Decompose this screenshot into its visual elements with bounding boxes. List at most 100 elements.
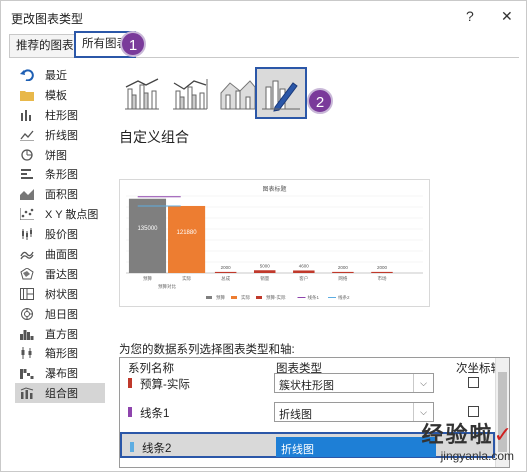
sidebar-item-bar[interactable]: 条形图 [15, 164, 105, 184]
area-chart-icon [19, 187, 35, 201]
data-label: 4600 [299, 263, 310, 268]
chart-title: 图表标题 [262, 185, 286, 193]
clustered-column-line-secondary-icon [173, 79, 208, 110]
watermark-url: jingyanla.com [440, 449, 514, 463]
bar-网络 [332, 271, 354, 273]
sidebar-item-column[interactable]: 柱形图 [15, 105, 105, 125]
chart-type-dropdown[interactable]: 折线图 [276, 437, 436, 457]
subtype-clustered-column-line[interactable] [119, 69, 165, 117]
category-label: 网络 [338, 275, 347, 282]
secondary-axis-checkbox[interactable] [468, 406, 479, 417]
data-label: 2000 [338, 265, 349, 270]
sidebar-item-label: 柱形图 [45, 109, 78, 122]
chart-type-value: 折线图 [281, 444, 314, 456]
sidebar-item-label: 直方图 [45, 328, 78, 341]
pie-chart-icon [19, 148, 35, 162]
sidebar-item-label: 股价图 [45, 229, 78, 242]
sidebar-item-combo[interactable]: 组合图 [15, 383, 105, 404]
sidebar-item-sunburst[interactable]: 旭日图 [15, 304, 105, 324]
subtype-clustered-column-line-secondary[interactable] [167, 69, 213, 117]
series-color-swatch [128, 407, 132, 417]
watermark-brand: 经验啦 [421, 422, 494, 447]
sidebar-item-label: 条形图 [45, 169, 78, 182]
sidebar-item-label: 树状图 [45, 288, 78, 301]
radar-chart-icon [19, 267, 35, 281]
sidebar-item-label: 折线图 [45, 129, 78, 142]
title-bar: 更改图表类型 ? ✕ [1, 1, 527, 31]
legend-entry: 预算 [216, 294, 225, 301]
change-chart-type-dialog: 更改图表类型 ? ✕ 推荐的图表 所有图表 1 最近 模板 柱形图 折线图 饼图… [0, 0, 527, 472]
sidebar-item-line[interactable]: 折线图 [15, 125, 105, 145]
watermark-check-icon: ✓ [493, 422, 514, 447]
sidebar-item-stock[interactable]: 股价图 [15, 224, 105, 244]
data-label: 135000 [137, 226, 158, 232]
data-label: 5000 [260, 263, 271, 268]
legend-entry: 线条1 [308, 294, 320, 300]
sidebar-item-label: X Y 散点图 [45, 209, 99, 222]
chart-category-list: 最近 模板 柱形图 折线图 饼图 条形图 面积图 X Y 散点图 股价图 曲面图… [15, 65, 105, 404]
close-button[interactable]: ✕ [501, 8, 513, 25]
category-label: 客户 [299, 275, 308, 282]
chart-preview[interactable]: 图表标题 135000 121880 2000 5000 4600 2000 2000 预算 实际… [119, 179, 430, 307]
sidebar-item-templates[interactable]: 模板 [15, 85, 105, 105]
sidebar-item-label: 瀑布图 [45, 368, 78, 381]
sidebar-item-surface[interactable]: 曲面图 [15, 244, 105, 264]
tab-bar: 推荐的图表 所有图表 [9, 31, 519, 58]
chart-type-dropdown[interactable]: 簇状柱形图 ⌵ [274, 373, 434, 393]
sidebar-item-boxwhisker[interactable]: 箱形图 [15, 343, 105, 363]
section-title: 自定义组合 [119, 129, 189, 145]
stacked-area-clustered-column-icon [220, 80, 256, 110]
sidebar-item-label: 面积图 [45, 189, 78, 202]
sidebar-item-area[interactable]: 面积图 [15, 184, 105, 204]
series-prompt: 为您的数据系列选择图表类型和轴: [119, 344, 295, 356]
boxwhisker-icon [19, 346, 35, 360]
category-label: 销量 [260, 275, 269, 282]
sidebar-item-label: 模板 [45, 89, 67, 102]
legend-entry: 实际 [241, 294, 250, 301]
category-label: 总成 [221, 275, 230, 282]
custom-combination-icon [262, 80, 300, 112]
bar-实际 [168, 205, 206, 273]
category-label: 实际 [182, 275, 191, 282]
legend-swatch [206, 296, 212, 299]
histogram-icon [19, 327, 35, 341]
group-label: 预算对比 [158, 283, 176, 290]
data-label: 121880 [177, 230, 198, 236]
data-label: 2000 [221, 265, 232, 270]
sidebar-item-treemap[interactable]: 树状图 [15, 284, 105, 304]
stock-chart-icon [19, 227, 35, 241]
combo-chart-icon [19, 386, 35, 400]
chevron-down-icon: ⌵ [413, 374, 433, 392]
sidebar-item-pie[interactable]: 饼图 [15, 145, 105, 165]
undo-icon [19, 68, 35, 82]
chart-type-value: 簇状柱形图 [279, 380, 334, 392]
sidebar-item-radar[interactable]: 雷达图 [15, 264, 105, 284]
sidebar-item-label: 曲面图 [45, 248, 78, 261]
sidebar-item-label: 箱形图 [45, 348, 78, 361]
annotation-badge-2: 2 [307, 88, 333, 114]
secondary-axis-checkbox[interactable] [468, 377, 479, 388]
sidebar-item-histogram[interactable]: 直方图 [15, 324, 105, 344]
sidebar-item-waterfall[interactable]: 瀑布图 [15, 363, 105, 383]
scatter-chart-icon [19, 207, 35, 221]
sidebar-item-label: 饼图 [45, 149, 67, 162]
subtype-custom-combination[interactable] [255, 67, 307, 119]
series-color-swatch [128, 378, 132, 388]
sidebar-item-scatter[interactable]: X Y 散点图 [15, 204, 105, 224]
help-button[interactable]: ? [466, 8, 474, 24]
series-row: 预算-实际 簇状柱形图 ⌵ [120, 370, 495, 396]
dialog-title: 更改图表类型 [11, 12, 84, 26]
chart-type-dropdown[interactable]: 折线图 ⌵ [274, 402, 434, 422]
legend-entry: 线条2 [338, 294, 350, 300]
series-name: 线条1 [140, 408, 170, 420]
sidebar-item-label: 雷达图 [45, 268, 78, 281]
annotation-badge-1: 1 [120, 31, 146, 57]
sidebar-item-recent[interactable]: 最近 [15, 65, 105, 85]
series-color-swatch [130, 442, 134, 452]
sidebar-item-label: 旭日图 [45, 308, 78, 321]
category-label: 市场 [377, 275, 386, 282]
legend-swatch [231, 296, 237, 299]
tab-recommended[interactable]: 推荐的图表 [9, 34, 81, 58]
clustered-column-line-icon [125, 78, 159, 110]
watermark: 经验啦✓ jingyanla.com [422, 417, 514, 463]
